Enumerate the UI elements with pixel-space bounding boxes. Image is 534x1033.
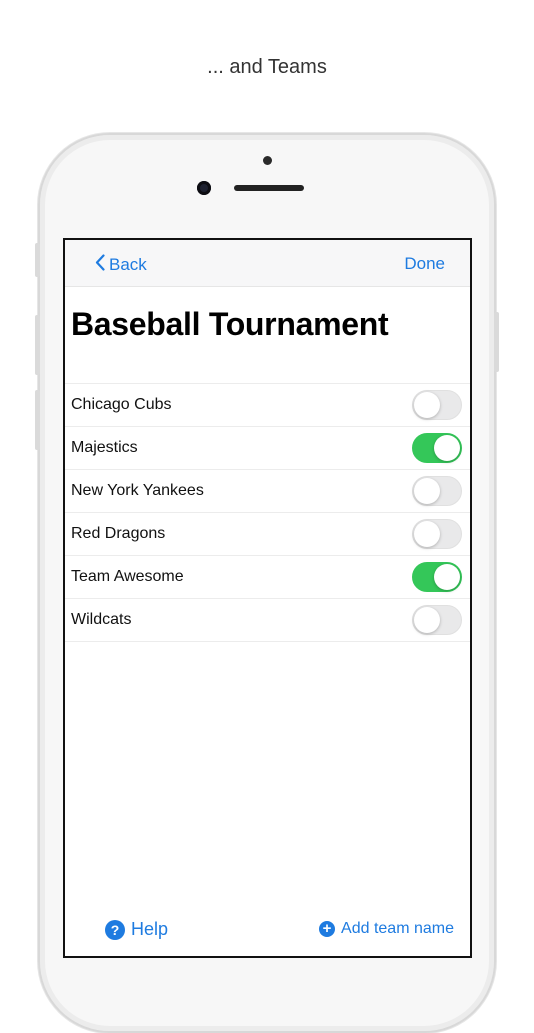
toggle-knob [414, 478, 440, 504]
team-row-team-awesome: Team Awesome [65, 556, 470, 599]
done-button[interactable]: Done [404, 254, 445, 274]
plus-circle-icon: + [319, 921, 336, 937]
team-name: Chicago Cubs [71, 396, 172, 413]
back-label: Back [109, 255, 147, 274]
team-row-new-york-yankees: New York Yankees [65, 470, 470, 513]
team-toggle[interactable] [412, 605, 462, 635]
team-name: Wildcats [71, 611, 132, 628]
earpiece-speaker [234, 185, 304, 191]
phone-volume-down [35, 390, 40, 450]
team-toggle[interactable] [412, 390, 462, 420]
toggle-knob [414, 521, 440, 547]
proximity-sensor [263, 156, 272, 165]
help-label: Help [131, 919, 169, 939]
chevron-left-icon [95, 254, 109, 276]
add-team-label: Add team name [341, 920, 454, 937]
team-row-chicago-cubs: Chicago Cubs [65, 384, 470, 427]
navigation-bar: Back Done [65, 240, 470, 287]
question-circle-icon: ? [105, 919, 125, 940]
phone-mute-switch [35, 243, 40, 277]
phone-volume-up [35, 315, 40, 375]
team-toggle[interactable] [412, 476, 462, 506]
toggle-knob [434, 435, 460, 461]
front-camera [197, 181, 211, 195]
app-screen: Back Done Baseball Tournament Chicago Cu… [63, 238, 472, 958]
team-name: Team Awesome [71, 568, 184, 585]
team-name: Red Dragons [71, 525, 166, 542]
caption: ... and Teams [207, 56, 327, 78]
team-toggle[interactable] [412, 562, 462, 592]
back-button[interactable]: Back [95, 254, 147, 276]
team-name: New York Yankees [71, 482, 204, 499]
team-list: Chicago Cubs Majestics New York Yankees … [65, 383, 470, 642]
toggle-knob [434, 564, 460, 590]
team-row-majestics: Majestics [65, 427, 470, 470]
toggle-knob [414, 607, 440, 633]
team-toggle[interactable] [412, 519, 462, 549]
team-name: Majestics [71, 439, 138, 456]
page-title: Baseball Tournament [71, 306, 389, 342]
add-team-button[interactable]: + Add team name [319, 920, 454, 938]
team-row-red-dragons: Red Dragons [65, 513, 470, 556]
team-row-wildcats: Wildcats [65, 599, 470, 642]
team-toggle[interactable] [412, 433, 462, 463]
phone-power-button [494, 312, 499, 372]
help-button[interactable]: ? Help [105, 919, 168, 940]
toggle-knob [414, 392, 440, 418]
